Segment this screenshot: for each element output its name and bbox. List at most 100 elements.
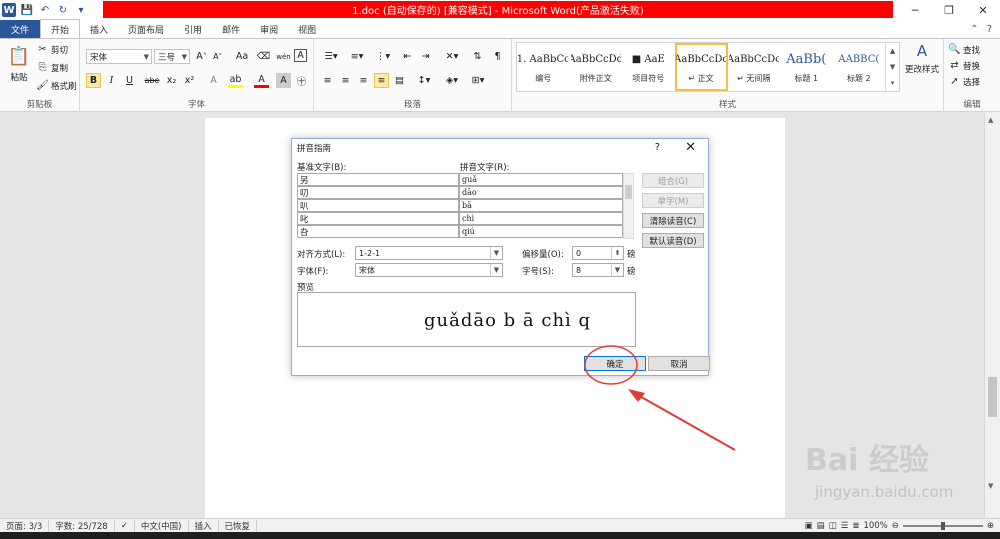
help-icon[interactable]: ? (987, 24, 992, 35)
default-reading-button[interactable]: 默认读音(D) (642, 233, 704, 248)
expand-gallery-icon[interactable]: ▾ (891, 79, 895, 87)
ruby-text-field[interactable]: qiú (459, 225, 623, 238)
grow-font-button[interactable]: A ˄ (194, 49, 209, 64)
tab-review[interactable]: 审阅 (250, 20, 288, 38)
offset-stepper[interactable]: 0 ⬍ (572, 246, 624, 260)
numbering-icon[interactable]: ≡▾ (346, 49, 368, 64)
proofing-icon[interactable]: ✓ (115, 519, 135, 532)
font-select[interactable]: 宋体 ▼ (355, 263, 503, 277)
style-tile[interactable]: AaBbCcDc ↵ 无间隔 (728, 43, 781, 91)
word-count[interactable]: 字数: 25/728 (49, 519, 115, 532)
chinese-layout-icon[interactable]: ✕▾ (442, 49, 462, 64)
close-icon[interactable]: ✕ (685, 140, 696, 155)
view-reading-icon[interactable]: ▤ (817, 521, 825, 531)
ok-button[interactable]: 确定 (584, 356, 646, 371)
tab-file[interactable]: 文件 (0, 20, 40, 38)
character-shading-icon[interactable]: A (276, 73, 291, 88)
style-tile[interactable]: ■ AaE 项目符号 (622, 43, 675, 91)
font-name-combo[interactable]: 宋体 ▼ (86, 49, 152, 64)
style-tile[interactable]: 1. AaBbCc 编号 (517, 43, 570, 91)
replace-button[interactable]: ⇄ 替换 (948, 59, 980, 72)
tab-references[interactable]: 引用 (174, 20, 212, 38)
undo-icon[interactable]: ↶ (38, 3, 52, 17)
line-spacing-icon[interactable]: ↕▾ (414, 73, 434, 88)
style-tile[interactable]: AABBC(标题 2 (833, 43, 886, 91)
view-print-layout-icon[interactable]: ▣ (805, 521, 813, 531)
pinyin-guide-button[interactable]: wén (276, 49, 291, 64)
ruby-text-field[interactable]: bā (459, 199, 623, 212)
align-center-icon[interactable]: ≡ (338, 73, 353, 88)
alignment-select[interactable]: 1-2-1 ▼ (355, 246, 503, 260)
view-outline-icon[interactable]: ☰ (841, 521, 849, 531)
justify-icon[interactable]: ≡ (374, 73, 389, 88)
view-web-icon[interactable]: ◫ (829, 521, 837, 531)
cancel-button[interactable]: 取消 (648, 356, 710, 371)
zoom-level[interactable]: 100% (863, 521, 887, 531)
font-color-icon[interactable]: A (254, 73, 269, 88)
find-button[interactable]: 🔍 查找 (948, 43, 980, 56)
italic-button[interactable]: I (104, 73, 119, 88)
shrink-font-button[interactable]: A ˅ (210, 49, 225, 64)
style-tile-selected[interactable]: AaBbCcDc ↵ 正文 (674, 43, 728, 91)
chevron-up-icon[interactable]: ▲ (988, 116, 993, 124)
subscript-button[interactable]: x₂ (164, 73, 179, 88)
vertical-scrollbar[interactable]: ▲ ▼ (984, 112, 1000, 518)
sort-icon[interactable]: ⇅ (470, 49, 485, 64)
underline-button[interactable]: U (122, 73, 137, 88)
strikethrough-button[interactable]: abe (142, 73, 162, 88)
tab-view[interactable]: 视图 (288, 20, 326, 38)
chevron-up-icon[interactable]: ▲ (890, 47, 895, 55)
base-text-field[interactable]: 叴 (297, 225, 459, 238)
base-text-field[interactable]: 叱 (297, 212, 459, 225)
ruby-text-field[interactable]: guǎ (459, 173, 623, 186)
align-left-icon[interactable]: ≡ (320, 73, 335, 88)
mono-button[interactable]: 单字(M) (642, 193, 704, 208)
clear-formatting-icon[interactable]: ⌫ (256, 49, 271, 64)
save-icon[interactable]: 💾 (20, 3, 34, 17)
zoom-out-icon[interactable]: ⊖ (892, 521, 899, 531)
view-draft-icon[interactable]: ≣ (852, 521, 859, 531)
style-tile[interactable]: AaBbCcDd 附件正文 (570, 43, 623, 91)
close-window-icon[interactable]: ✕ (966, 0, 1000, 20)
change-case-button[interactable]: Aa (232, 49, 252, 64)
superscript-button[interactable]: x² (182, 73, 197, 88)
copy-button[interactable]: ⎘ 复制 (36, 61, 69, 74)
character-border-button[interactable]: A (294, 49, 307, 62)
tab-mailings[interactable]: 邮件 (212, 20, 250, 38)
gallery-scroll[interactable]: ▲ ▼ ▾ (885, 43, 899, 91)
scrollbar-thumb[interactable] (988, 377, 997, 417)
scrollbar-thumb[interactable] (625, 185, 632, 199)
minimize-ribbon-icon[interactable]: ⌃ (970, 24, 978, 35)
borders-icon[interactable]: ⊞▾ (468, 73, 488, 88)
spinner-icon[interactable]: ⬍ (611, 247, 623, 259)
size-select[interactable]: 8 ▼ (572, 263, 624, 277)
help-icon[interactable]: ? (655, 142, 660, 153)
increase-indent-icon[interactable]: ⇥ (418, 49, 433, 64)
base-text-field[interactable]: 叭 (297, 199, 459, 212)
style-tile[interactable]: AaBb(标题 1 (780, 43, 833, 91)
show-marks-icon[interactable]: ¶ (490, 49, 505, 64)
enclose-characters-icon[interactable]: ㊉ (294, 73, 309, 88)
page-count[interactable]: 页面: 3/3 (0, 519, 50, 532)
cut-button[interactable]: ✂ 剪切 (36, 43, 68, 56)
align-right-icon[interactable]: ≡ (356, 73, 371, 88)
decrease-indent-icon[interactable]: ⇤ (400, 49, 415, 64)
zoom-slider[interactable] (902, 521, 983, 530)
font-size-combo[interactable]: 三号 ▼ (154, 49, 190, 64)
select-button[interactable]: ➚ 选择 (948, 75, 980, 88)
zoom-slider-thumb[interactable] (940, 521, 945, 530)
language[interactable]: 中文(中国) (135, 519, 189, 532)
ruby-text-field[interactable]: chì (459, 212, 623, 225)
distributed-icon[interactable]: ▤ (392, 73, 407, 88)
clear-reading-button[interactable]: 清除读音(C) (642, 213, 704, 228)
base-text-field[interactable]: 叨 (297, 186, 459, 199)
group-button[interactable]: 组合(G) (642, 173, 704, 188)
base-text-field[interactable]: 另 (297, 173, 459, 186)
insert-mode[interactable]: 插入 (189, 519, 219, 532)
rows-scrollbar[interactable] (623, 173, 634, 239)
bullets-icon[interactable]: ☰▾ (320, 49, 342, 64)
zoom-in-icon[interactable]: ⊕ (987, 521, 994, 531)
tab-home[interactable]: 开始 (40, 19, 81, 38)
multilevel-list-icon[interactable]: ⋮▾ (372, 49, 394, 64)
chevron-down-icon[interactable]: ▼ (988, 482, 993, 490)
